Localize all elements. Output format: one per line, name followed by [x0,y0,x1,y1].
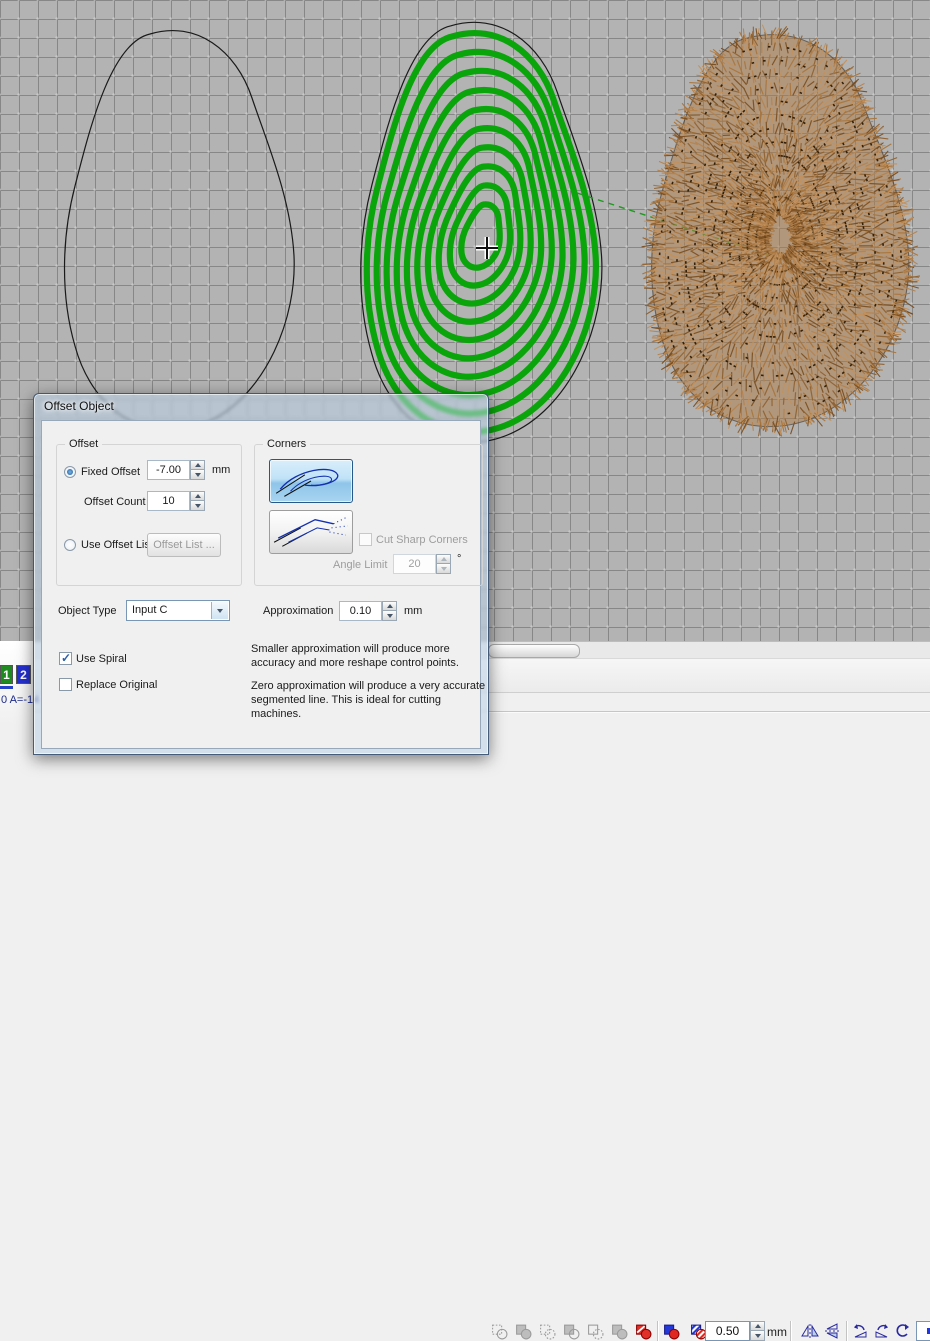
angle-limit-spinner[interactable] [436,554,451,574]
thread-color-2[interactable]: 2 [16,665,31,684]
thread-palette-panel: 1 2 0 A=-14 [0,641,33,726]
angle-limit-field[interactable]: 20 [393,554,436,574]
toolbar-separator [657,1321,659,1341]
offset-list-button[interactable]: Offset List ... [147,533,221,557]
partial-field[interactable] [916,1321,930,1341]
offset-object-icon[interactable] [662,1322,680,1340]
info-paragraph-2: Zero approximation will produce a very a… [251,679,487,721]
object-type-value: Input C [132,604,167,616]
offset-count-label: Offset Count [84,496,146,508]
object-type-dropdown[interactable]: Input C [126,600,230,621]
offset-object-dialog[interactable]: Offset Object Offset Fixed Offset -7.00 … [33,393,489,755]
trim-icon[interactable] [514,1322,532,1340]
selected-thread-indicator [0,686,13,689]
simplify-icon[interactable] [562,1322,580,1340]
fixed-offset-label: Fixed Offset [81,466,140,478]
use-offset-list-label: Use Offset List [81,539,153,551]
replace-original-label: Replace Original [76,679,157,691]
reset-rotation-icon[interactable] [894,1322,912,1340]
h-scrollbar-thumb[interactable] [488,644,580,658]
offset-count-field[interactable]: 10 [147,491,190,511]
corners-group-label: Corners [263,438,310,450]
cut-sharp-corners-checkbox[interactable] [359,533,372,546]
offset-distance-unit-label: mm [767,1325,787,1339]
toolbar-separator [790,1321,792,1341]
offset-spiral-shape[interactable] [361,22,602,442]
toolbar-separator [846,1321,848,1341]
corners-group: Corners [254,444,483,586]
fixed-offset-unit-label: mm [212,464,230,476]
angle-limit-unit-label: ° [457,553,461,565]
sharp-corners-button[interactable] [269,510,353,554]
fixed-offset-radio[interactable] [64,466,76,478]
cut-sharp-corners-label: Cut Sharp Corners [376,534,468,546]
use-offset-list-radio[interactable] [64,539,76,551]
mirror-horizontal-icon[interactable] [801,1322,819,1340]
fixed-offset-spinner[interactable] [190,460,205,480]
weld-icon[interactable] [490,1322,508,1340]
approximation-unit-label: mm [404,605,422,617]
approximation-label: Approximation [263,605,333,617]
round-corner-icon [270,460,352,502]
round-corners-button[interactable] [269,459,353,503]
stitched-shape[interactable] [641,25,920,437]
rotate-cw-icon[interactable] [873,1322,891,1340]
chevron-down-icon[interactable] [211,602,228,619]
offset-distance-spinner[interactable] [750,1321,765,1341]
intersect-icon[interactable] [538,1322,556,1340]
create-boundary-icon[interactable] [634,1322,652,1340]
offset-group-label: Offset [65,438,102,450]
replace-original-checkbox[interactable] [59,678,72,691]
offset-group: Offset Fixed Offset -7.00 mm Offset Coun… [56,444,242,586]
fixed-offset-field[interactable]: -7.00 [147,460,190,480]
approximation-info-text: Smaller approximation will produce more … [251,642,487,730]
offset-distance-field[interactable]: 0.50 [705,1321,750,1341]
approximation-spinner[interactable] [382,601,397,621]
angle-limit-label: Angle Limit [333,559,387,571]
front-minus-back-icon[interactable] [586,1322,604,1340]
object-type-label: Object Type [58,605,117,617]
sharp-corner-icon [270,511,352,553]
use-spiral-label: Use Spiral [76,653,127,665]
offset-count-spinner[interactable] [190,491,205,511]
info-paragraph-1: Smaller approximation will produce more … [251,642,487,670]
rotate-ccw-icon[interactable] [851,1322,869,1340]
approximation-field[interactable]: 0.10 [339,601,382,621]
mirror-vertical-icon[interactable] [824,1322,842,1340]
thread-color-1[interactable]: 1 [0,665,13,684]
use-spiral-checkbox[interactable] [59,652,72,665]
back-minus-front-icon[interactable] [610,1322,628,1340]
dialog-title: Offset Object [44,399,114,413]
dialog-body: Offset Fixed Offset -7.00 mm Offset Coun… [41,420,481,749]
outline-shape[interactable] [65,31,295,431]
